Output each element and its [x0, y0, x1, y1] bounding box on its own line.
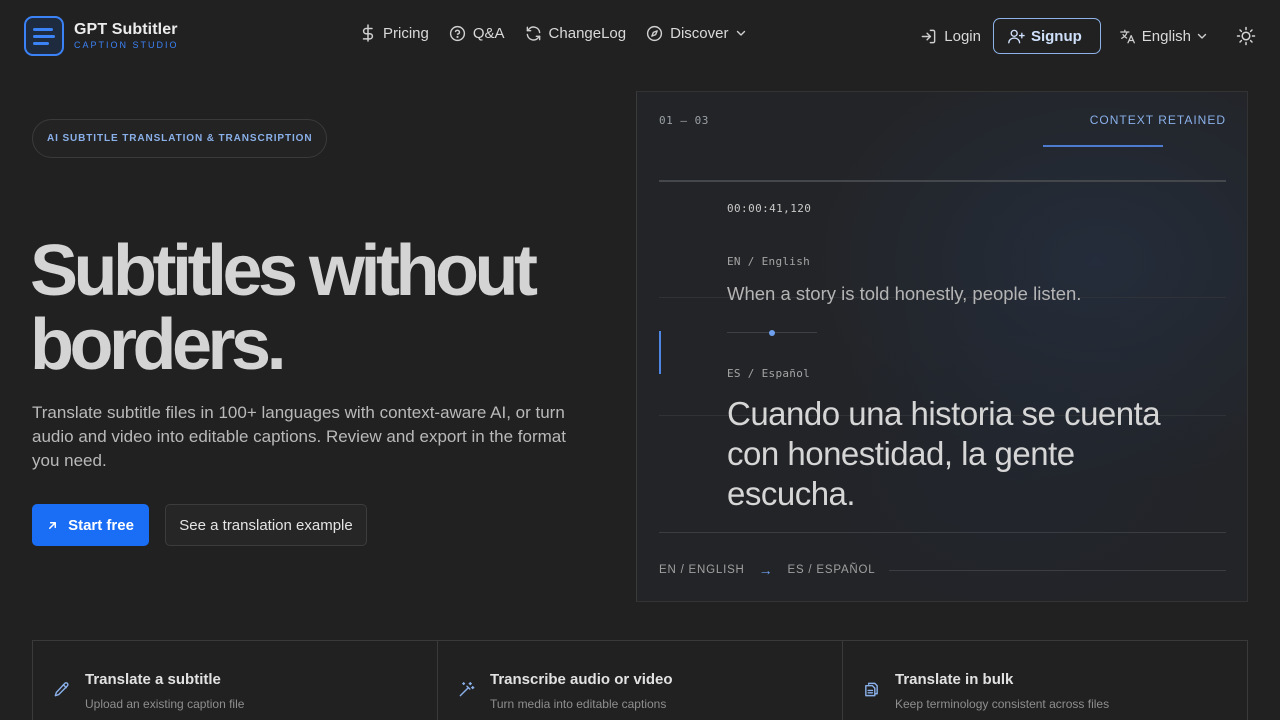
language-pair-to: ES / ESPAÑOL	[787, 564, 876, 576]
signup-label: Signup	[1030, 27, 1082, 45]
theme-toggle[interactable]	[1236, 26, 1256, 46]
login-button[interactable]: Login	[920, 28, 981, 45]
source-target-divider	[727, 329, 819, 337]
card-top-rule	[659, 180, 1226, 182]
wand-icon	[459, 681, 475, 697]
nav-changelog-label: ChangeLog	[548, 24, 627, 42]
login-label: Login	[944, 27, 981, 45]
brand-logo[interactable]: GPT Subtitler CAPTION STUDIO	[24, 16, 179, 56]
brand-name: GPT Subtitler	[74, 21, 178, 38]
language-selector[interactable]: English	[1119, 28, 1208, 45]
feature-row: Translate a subtitle Upload an existing …	[32, 640, 1248, 720]
arrow-right-icon: →	[758, 562, 774, 578]
translation-example-label: See a translation example	[179, 516, 353, 534]
hero-title-line-2: borders.	[30, 305, 287, 385]
source-language-label: EN / English	[727, 255, 811, 268]
feature-translate-subtitle[interactable]: Translate a subtitle Upload an existing …	[33, 641, 438, 720]
nav-discover[interactable]: Discover	[646, 25, 747, 42]
nav-discover-label: Discover	[670, 24, 729, 42]
feature-title: Translate a subtitle	[85, 671, 221, 688]
hero-title: Subtitles without borders.	[30, 234, 610, 382]
account-nav: Login Signup English	[920, 18, 1256, 54]
feature-title: Transcribe audio or video	[490, 671, 673, 688]
translation-preview-card: 01 — 03 CONTEXT RETAINED 00:00:41,120 EN…	[636, 91, 1248, 602]
feature-subtitle: Upload an existing caption file	[85, 697, 245, 711]
nav-qa-label: Q&A	[472, 24, 505, 42]
hero-badge: AI SUBTITLE TRANSLATION & TRANSCRIPTION	[32, 119, 328, 158]
signup-button[interactable]: Signup	[992, 18, 1101, 54]
card-bottom-rule	[659, 532, 1226, 533]
files-icon	[865, 682, 878, 697]
translate-icon	[1119, 29, 1135, 43]
target-language-label: ES / Español	[727, 367, 811, 380]
start-free-label: Start free	[68, 516, 134, 534]
sun-icon	[1236, 26, 1256, 46]
start-free-button[interactable]: Start free	[32, 504, 149, 546]
context-tab-indicator	[1043, 145, 1163, 147]
translation-example-button[interactable]: See a translation example	[165, 504, 367, 546]
feature-bulk-translate[interactable]: Translate in bulk Keep terminology consi…	[843, 641, 1247, 720]
feature-subtitle: Keep terminology consistent across files	[895, 697, 1110, 711]
target-subtitle-text: Cuando una historia se cuenta con honest…	[727, 395, 1161, 512]
feature-title: Translate in bulk	[895, 671, 1014, 688]
compass-icon	[647, 25, 663, 41]
source-subtitle-text: When a story is told honestly, people li…	[727, 283, 1082, 304]
language-pair-from: EN / ENGLISH	[659, 564, 745, 576]
user-plus-icon	[1008, 29, 1025, 43]
nav-qa[interactable]: Q&A	[449, 25, 505, 42]
hero-description: Translate subtitle files in 100+ languag…	[32, 403, 566, 470]
nav-pricing[interactable]: Pricing	[360, 24, 429, 42]
nav-pricing-label: Pricing	[383, 24, 429, 42]
help-circle-icon	[449, 25, 465, 41]
arrow-up-right-icon	[49, 521, 57, 529]
login-icon	[921, 29, 936, 43]
context-tab[interactable]: CONTEXT RETAINED	[1090, 113, 1226, 127]
feature-subtitle: Turn media into editable captions	[490, 697, 667, 711]
dollar-icon	[362, 24, 374, 42]
refresh-icon	[526, 25, 540, 41]
slide-counter: 01 — 03	[659, 114, 709, 127]
main-nav: Pricing Q&A ChangeLog Discover	[360, 24, 747, 42]
feature-transcribe[interactable]: Transcribe audio or video Turn media int…	[438, 641, 843, 720]
chevron-down-icon	[737, 30, 746, 36]
language-pair-rule	[889, 569, 1226, 571]
subtitle-timestamp: 00:00:41,120	[727, 202, 812, 215]
site-header: GPT Subtitler CAPTION STUDIO Pricing Q&A…	[0, 0, 1280, 72]
pencil-icon	[54, 682, 69, 697]
brand-tagline: CAPTION STUDIO	[74, 40, 179, 50]
active-line-marker	[659, 331, 661, 374]
hero-title-line-1: Subtitles without	[30, 231, 538, 311]
language-label: English	[1141, 27, 1191, 45]
language-pair: EN / ENGLISH → ES / ESPAÑOL	[659, 562, 1226, 578]
nav-changelog[interactable]: ChangeLog	[525, 24, 627, 42]
chevron-down-icon	[1197, 33, 1207, 39]
logo-icon	[24, 16, 64, 56]
